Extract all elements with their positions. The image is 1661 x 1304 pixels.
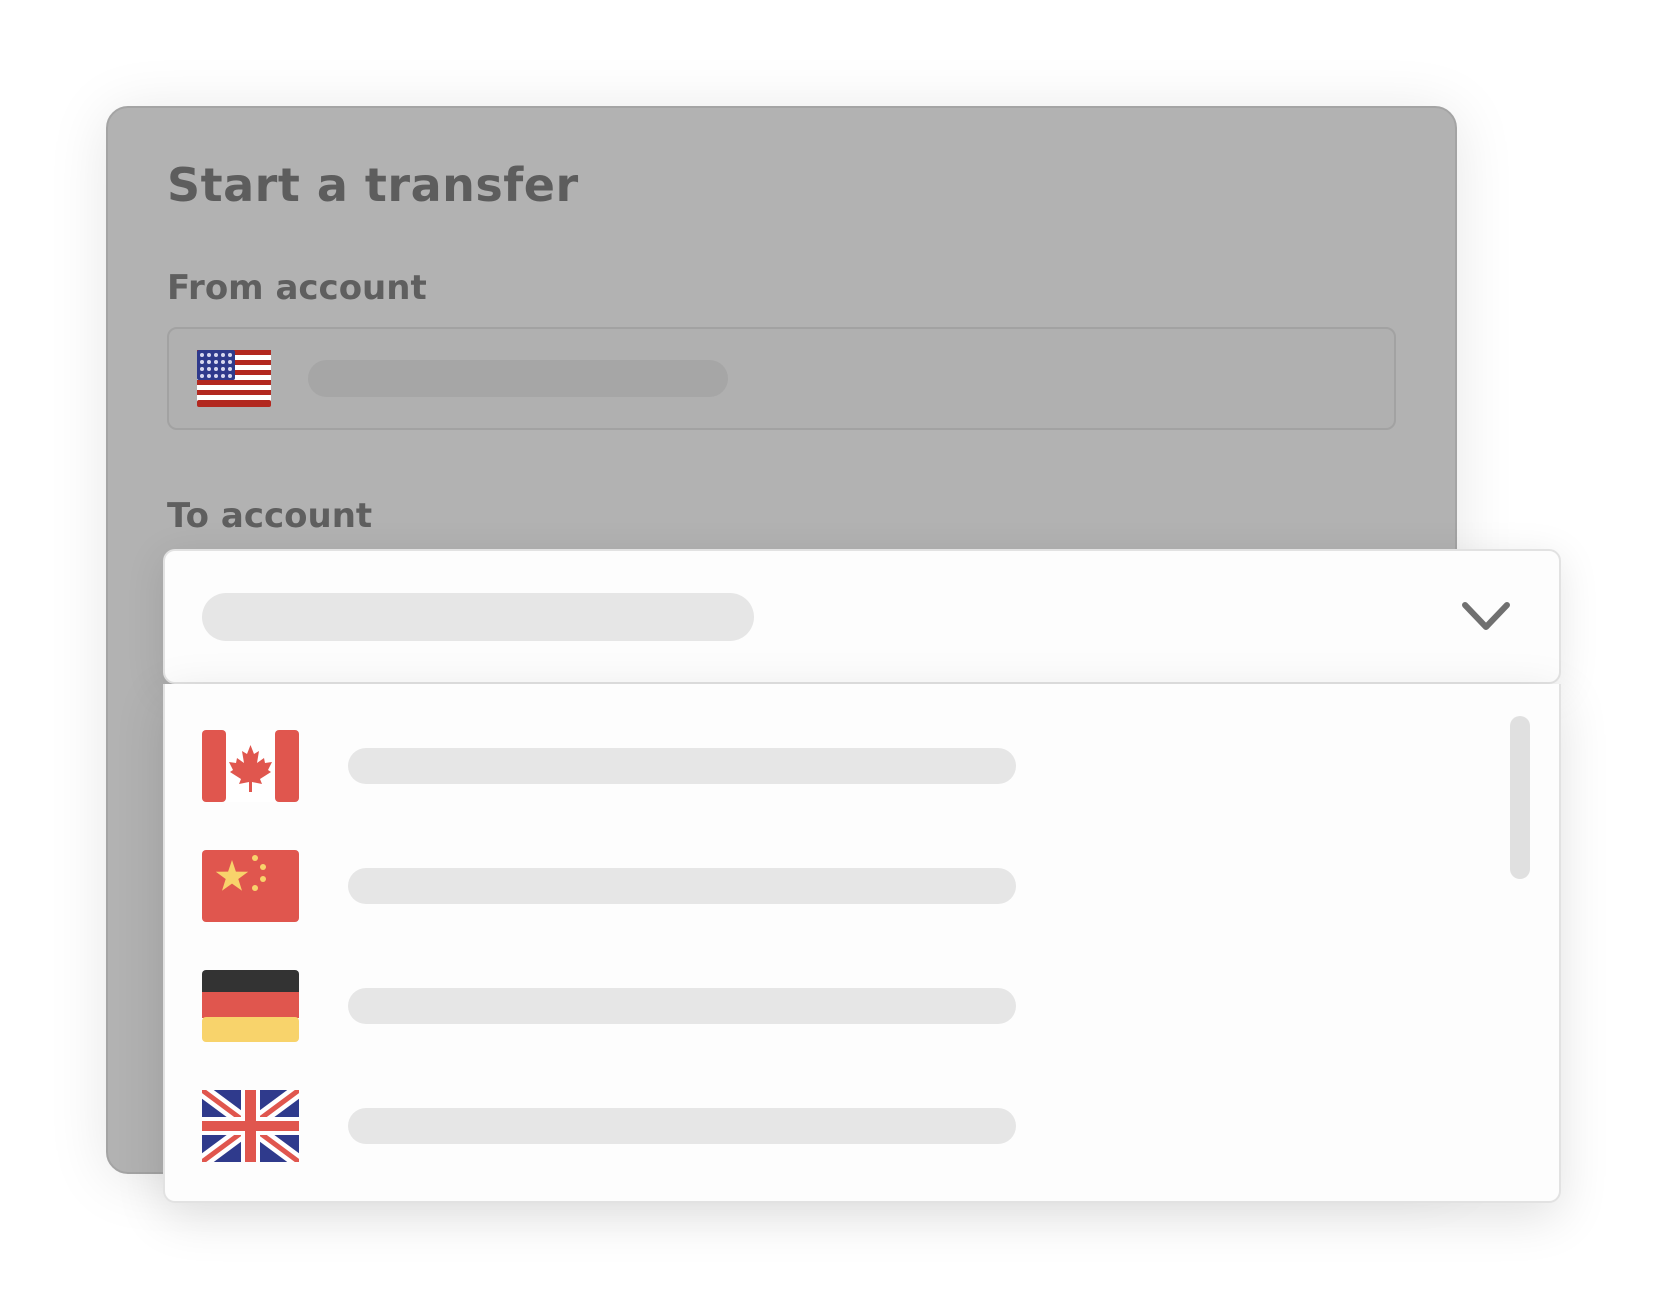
germany-flag-icon	[202, 970, 299, 1042]
list-item-china[interactable]	[165, 831, 1505, 941]
to-account-dropdown	[163, 684, 1561, 1203]
list-item-canada[interactable]	[165, 711, 1505, 821]
option-name-placeholder	[348, 868, 1016, 904]
option-name-placeholder	[348, 988, 1016, 1024]
to-account-label: To account	[167, 496, 373, 536]
us-flag-icon	[197, 350, 271, 407]
to-account-select[interactable]	[163, 549, 1561, 684]
transfer-screen: Start a transfer From account To account	[0, 0, 1661, 1304]
to-account-value-placeholder	[202, 593, 754, 641]
dropdown-scrollbar[interactable]	[1510, 716, 1530, 879]
page-title: Start a transfer	[167, 158, 579, 212]
list-item-united-kingdom[interactable]	[165, 1071, 1505, 1181]
list-item-germany[interactable]	[165, 951, 1505, 1061]
from-account-label: From account	[167, 268, 427, 308]
from-account-name-placeholder	[308, 360, 728, 397]
canada-flag-icon	[202, 730, 299, 802]
chevron-down-icon[interactable]	[1459, 597, 1513, 637]
uk-flag-icon	[202, 1090, 299, 1162]
option-name-placeholder	[348, 748, 1016, 784]
china-flag-icon	[202, 850, 299, 922]
option-name-placeholder	[348, 1108, 1016, 1144]
from-account-field[interactable]	[167, 327, 1396, 430]
